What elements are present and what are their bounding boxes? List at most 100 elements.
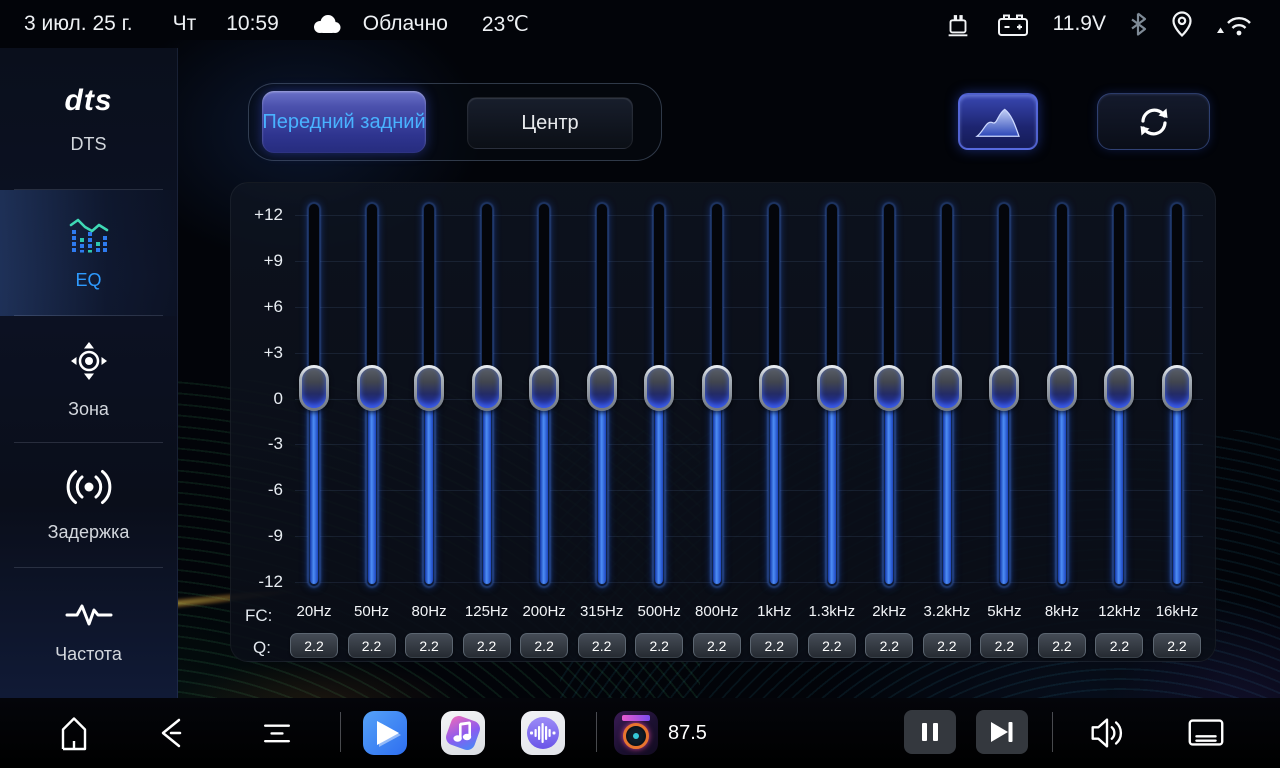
bottom-bar: 87.5 [0, 698, 1280, 768]
band-q-button[interactable]: 2.2 [463, 633, 511, 658]
bottom-bar-divider [596, 712, 597, 752]
back-icon [153, 713, 189, 753]
band-q-button[interactable]: 2.2 [348, 633, 396, 658]
eq-curve-button[interactable] [958, 93, 1038, 150]
sidebar-item-label: Частота [55, 644, 122, 665]
eq-band: 315Hz 2.2 [573, 183, 631, 663]
eq-slider-fill [1058, 389, 1066, 584]
home-button[interactable] [52, 712, 96, 754]
zone-icon [67, 339, 111, 383]
volume-icon [1086, 714, 1128, 752]
equalizer-panel: +12+9+6+30-3-6-9-12 20Hz 2.2 50Hz 2.2 80… [230, 182, 1216, 662]
next-track-button[interactable] [976, 710, 1028, 754]
delay-icon [64, 468, 114, 506]
eq-curve-icon [970, 101, 1026, 143]
usb-icon [943, 10, 973, 38]
sidebar-item-label: Задержка [48, 522, 130, 543]
eq-band: 1kHz 2.2 [745, 183, 803, 663]
band-q-button[interactable]: 2.2 [1038, 633, 1086, 658]
eq-band: 200Hz 2.2 [515, 183, 573, 663]
band-q-button[interactable]: 2.2 [808, 633, 856, 658]
eq-slider-thumb[interactable] [932, 365, 962, 411]
back-button[interactable] [149, 712, 193, 754]
eq-band: 3.2kHz 2.2 [918, 183, 976, 663]
sidebar-item-frequency[interactable]: Частота [0, 568, 177, 698]
eq-slider-fill [540, 389, 548, 584]
music-app-icon [450, 720, 476, 746]
sidebar-item-delay[interactable]: Задержка [0, 443, 177, 568]
scale-label: +3 [237, 342, 283, 364]
scale-label: -6 [237, 479, 283, 501]
eq-band: 50Hz 2.2 [343, 183, 401, 663]
eq-slider-thumb[interactable] [1162, 365, 1192, 411]
band-q-button[interactable]: 2.2 [635, 633, 683, 658]
pause-button[interactable] [904, 710, 956, 754]
eq-slider-thumb[interactable] [874, 365, 904, 411]
band-q-button[interactable]: 2.2 [1095, 633, 1143, 658]
eq-slider-thumb[interactable] [989, 365, 1019, 411]
eq-slider-fill [368, 389, 376, 584]
scale-label: +6 [237, 296, 283, 318]
eq-slider-thumb[interactable] [702, 365, 732, 411]
equalizer-icon [68, 216, 110, 254]
tab-center[interactable]: Центр [467, 97, 633, 149]
band-q-button[interactable]: 2.2 [750, 633, 798, 658]
voice-app-button[interactable] [521, 711, 565, 755]
eq-slider-thumb[interactable] [1104, 365, 1134, 411]
eq-slider-fill [770, 389, 778, 584]
sidebar-item-zone[interactable]: Зона [0, 316, 177, 443]
status-temperature: 23℃ [482, 12, 529, 37]
battery-icon [995, 10, 1031, 38]
eq-slider-thumb[interactable] [299, 365, 329, 411]
scale-label: -12 [237, 571, 283, 593]
eq-slider-thumb[interactable] [587, 365, 617, 411]
eq-band: 2kHz 2.2 [860, 183, 918, 663]
band-frequency-label: 16kHz [1142, 603, 1212, 620]
reset-button[interactable] [1097, 93, 1210, 150]
band-q-button[interactable]: 2.2 [1153, 633, 1201, 658]
status-time: 10:59 [226, 12, 279, 36]
sidebar-item-eq[interactable]: EQ [0, 190, 177, 316]
eq-slider-fill [655, 389, 663, 584]
location-icon [1170, 10, 1194, 38]
band-q-button[interactable]: 2.2 [520, 633, 568, 658]
band-q-button[interactable]: 2.2 [923, 633, 971, 658]
band-q-button[interactable]: 2.2 [980, 633, 1028, 658]
band-q-button[interactable]: 2.2 [865, 633, 913, 658]
bluetooth-icon [1128, 11, 1148, 37]
band-q-button[interactable]: 2.2 [405, 633, 453, 658]
recents-icon [257, 713, 297, 753]
volume-button[interactable] [1085, 712, 1129, 754]
display-button[interactable] [1184, 712, 1228, 754]
status-weekday: Чт [173, 12, 197, 36]
eq-slider-thumb[interactable] [817, 365, 847, 411]
band-q-button[interactable]: 2.2 [578, 633, 626, 658]
eq-slider-thumb[interactable] [1047, 365, 1077, 411]
eq-band: 1.3kHz 2.2 [803, 183, 861, 663]
eq-slider-fill [1115, 389, 1123, 584]
status-bar: 3 июл. 25 г. Чт 10:59 Облачно 23℃ [0, 0, 1280, 48]
sidebar-item-label: Зона [68, 399, 109, 420]
pause-icon [919, 722, 941, 742]
sidebar-item-label: DTS [71, 134, 107, 155]
eq-slider-thumb[interactable] [414, 365, 444, 411]
eq-slider-fill [598, 389, 606, 584]
tab-front-rear[interactable]: Передний задний [262, 91, 426, 153]
eq-slider-thumb[interactable] [644, 365, 674, 411]
player-app-button[interactable] [363, 711, 407, 755]
status-voltage: 11.9V [1053, 12, 1106, 36]
fc-label: FC: [245, 606, 272, 626]
eq-band: 16kHz 2.2 [1148, 183, 1206, 663]
eq-slider-thumb[interactable] [529, 365, 559, 411]
radio-app-button[interactable] [614, 711, 658, 755]
eq-slider-thumb[interactable] [472, 365, 502, 411]
eq-slider-thumb[interactable] [357, 365, 387, 411]
status-date: 3 июл. 25 г. [24, 12, 133, 36]
band-q-button[interactable]: 2.2 [693, 633, 741, 658]
eq-band: 800Hz 2.2 [688, 183, 746, 663]
recents-button[interactable] [255, 712, 299, 754]
music-app-button[interactable] [441, 711, 485, 755]
eq-slider-thumb[interactable] [759, 365, 789, 411]
sidebar-item-dts[interactable]: dts DTS [0, 48, 177, 190]
band-q-button[interactable]: 2.2 [290, 633, 338, 658]
